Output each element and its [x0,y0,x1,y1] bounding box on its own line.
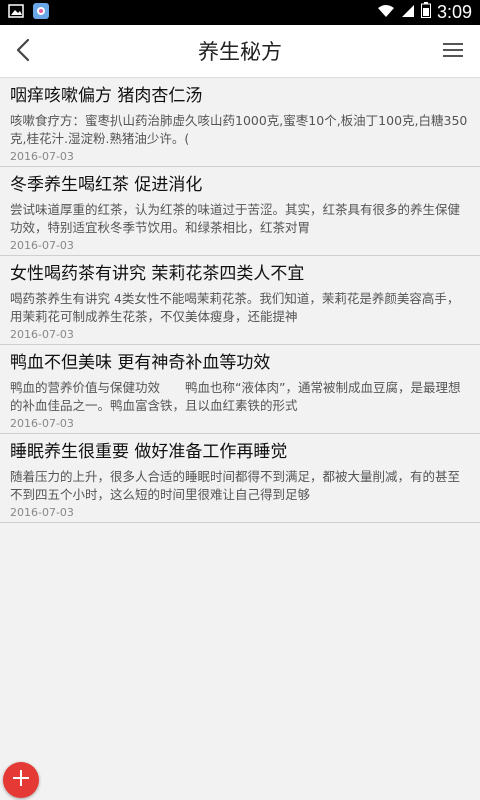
article-summary: 鸭血的营养价值与保健功效 鸭血也称“液体肉”，通常被制成血豆腐，是最理想的补血佳… [10,380,461,413]
list-item[interactable]: 鸭血不但美味 更有神奇补血等功效 鸭血的营养价值与保健功效 鸭血也称“液体肉”，… [0,345,480,434]
status-right: 3:09 [377,2,472,23]
article-date: 2016-07-03 [10,506,74,519]
article-summary: 随着压力的上升，很多人合适的睡眠时间都得不到满足，都被大量削减，有的甚至不到四五… [10,469,461,502]
hamburger-menu-icon [442,41,464,63]
article-list: 咽痒咳嗽偏方 猪肉杏仁汤 咳嗽食疗方：蜜枣扒山药治肺虚久咳山药1000克,蜜枣1… [0,78,480,523]
wifi-icon [377,3,395,23]
page-title: 养生秘方 [198,40,282,64]
article-date: 2016-07-03 [10,417,74,430]
article-title: 睡眠养生很重要 做好准备工作再睡觉 [10,442,288,462]
menu-button[interactable] [438,37,468,67]
article-date: 2016-07-03 [10,150,74,163]
signal-icon [401,3,415,23]
add-button[interactable] [3,762,39,798]
chevron-left-icon [16,38,30,66]
image-notification-icon [8,3,24,22]
article-title: 冬季养生喝红茶 促进消化 [10,175,203,195]
list-item[interactable]: 女性喝药茶有讲究 茉莉花茶四类人不宜 喝药茶养生有讲究 4类女性不能喝茉莉花茶。… [0,256,480,345]
article-summary: 尝试味道厚重的红茶，认为红茶的味道过于苦涩。其实，红茶具有很多的养生保健功效，特… [10,202,461,235]
list-item[interactable]: 咽痒咳嗽偏方 猪肉杏仁汤 咳嗽食疗方：蜜枣扒山药治肺虚久咳山药1000克,蜜枣1… [0,78,480,167]
status-left [8,2,50,24]
battery-icon [420,2,431,23]
status-bar: 3:09 [0,0,480,25]
article-title: 鸭血不但美味 更有神奇补血等功效 [10,353,271,373]
plus-icon [11,768,31,792]
article-title: 咽痒咳嗽偏方 猪肉杏仁汤 [10,86,203,106]
status-time: 3:09 [436,2,472,22]
article-summary: 咳嗽食疗方：蜜枣扒山药治肺虚久咳山药1000克,蜜枣10个,板油丁100克,白糖… [10,113,468,146]
back-button[interactable] [8,35,38,69]
app-notification-icon [32,2,50,24]
article-date: 2016-07-03 [10,328,74,341]
article-title: 女性喝药茶有讲究 茉莉花茶四类人不宜 [10,264,305,284]
article-date: 2016-07-03 [10,239,74,252]
list-item[interactable]: 睡眠养生很重要 做好准备工作再睡觉 随着压力的上升，很多人合适的睡眠时间都得不到… [0,434,480,523]
app-bar: 养生秘方 [0,25,480,78]
article-summary: 喝药茶养生有讲究 4类女性不能喝茉莉花茶。我们知道，茉莉花是养颜美容高手，用茉莉… [10,291,460,324]
list-item[interactable]: 冬季养生喝红茶 促进消化 尝试味道厚重的红茶，认为红茶的味道过于苦涩。其实，红茶… [0,167,480,256]
